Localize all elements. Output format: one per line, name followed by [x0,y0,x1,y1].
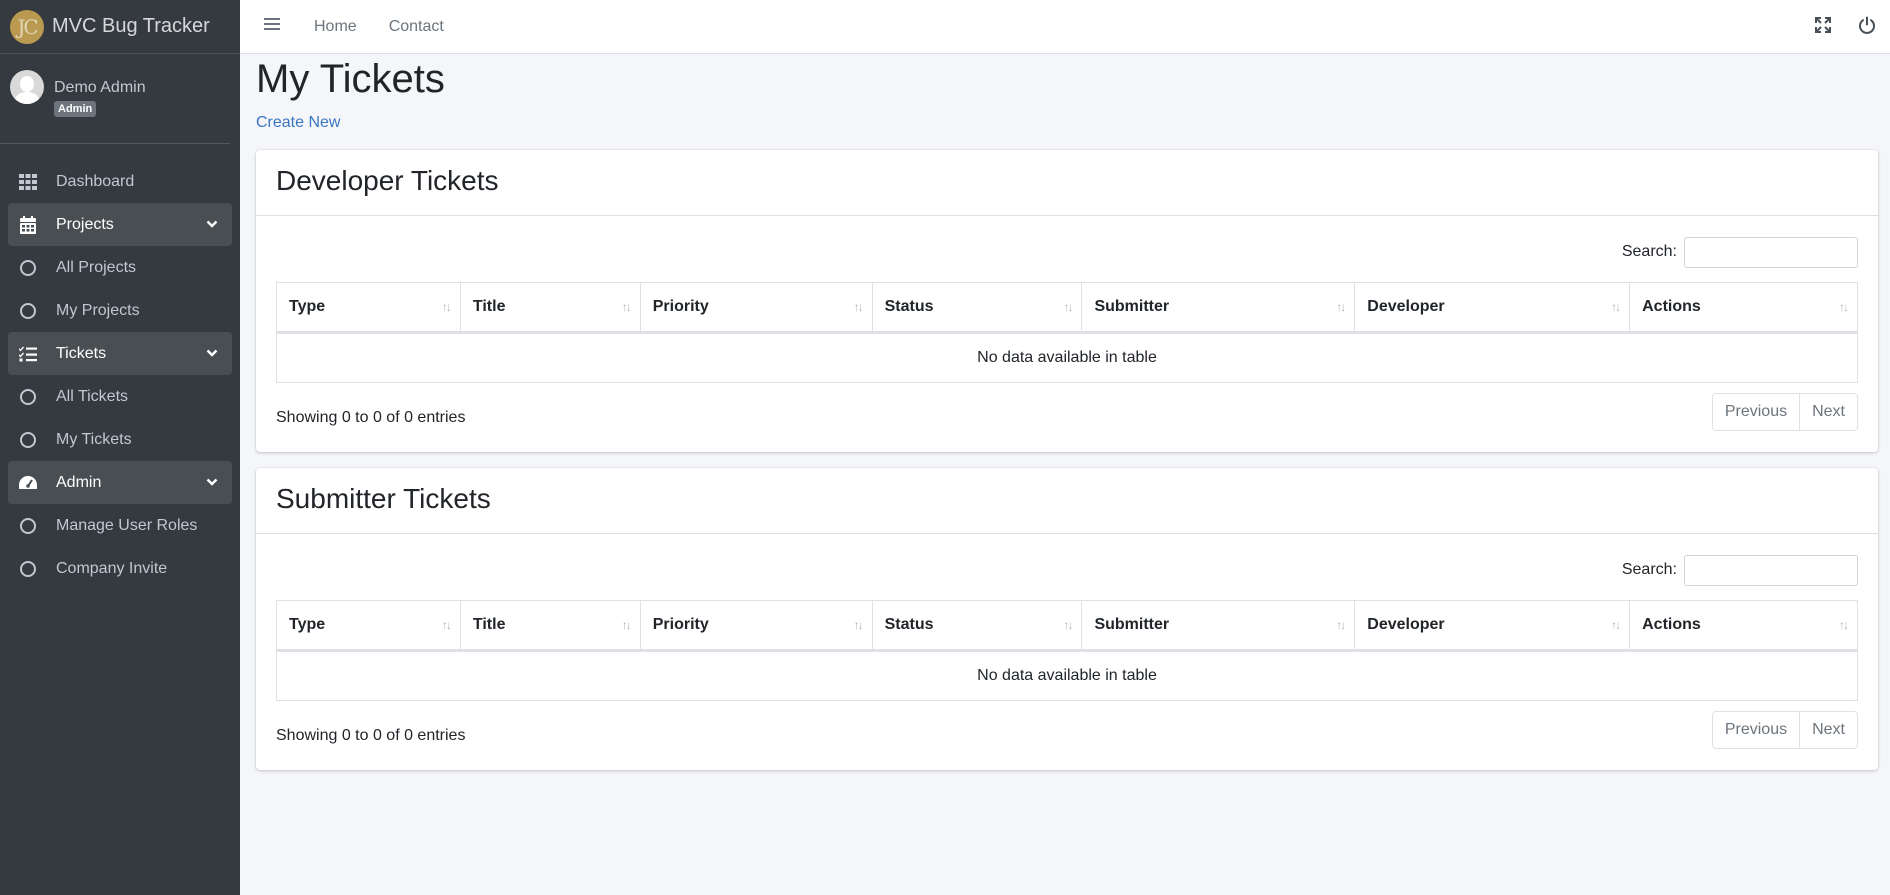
fullscreen-icon[interactable] [1814,16,1832,39]
sidebar-item-label: Manage User Roles [56,516,198,534]
user-panel: Demo Admin Admin [0,54,230,144]
submitter-tickets-table: Type ↑↓ Title ↑↓ Priority ↑↓ Status ↑↓ Submi… [276,600,1858,701]
hamburger-menu-icon[interactable] [264,17,280,36]
column-header-title[interactable]: Title ↑↓ [459,282,641,334]
sort-icon: ↑↓ [1063,300,1073,314]
pagination: Previous Next [1711,711,1858,749]
column-header-priority[interactable]: Priority ↑↓ [639,282,873,334]
search-input[interactable] [1684,236,1858,268]
page-title: My Tickets [256,57,445,101]
next-page-button[interactable]: Next [1800,711,1858,749]
column-header-type[interactable]: Type ↑↓ [276,282,461,334]
sidebar-item-label: Company Invite [56,559,168,577]
circle-icon [18,387,38,407]
sidebar-item-dashboard[interactable]: Dashboard [8,160,232,203]
column-header-status[interactable]: Status ↑↓ [871,600,1083,652]
card-title: Developer Tickets [276,165,499,196]
sidebar-item-my-projects[interactable]: My Projects [8,289,232,332]
sidebar-item-label: Tickets [56,344,107,362]
sidebar-item-label: Projects [56,215,114,233]
sort-icon: ↑↓ [1839,618,1849,632]
sort-icon: ↑↓ [441,300,452,314]
brand-logo: JC [10,9,44,44]
sidebar-item-label: Dashboard [56,172,135,190]
sort-icon: ↑↓ [1063,618,1073,632]
sidebar-item-admin[interactable]: Admin [8,461,232,504]
sort-icon: ↑↓ [621,618,632,632]
column-header-actions[interactable]: Actions ↑↓ [1629,600,1858,652]
card-title: Submitter Tickets [276,483,491,514]
nav-link-contact[interactable]: Contact [389,18,444,36]
sidebar-item-label: My Tickets [56,430,132,448]
brand-name: MVC Bug Tracker [52,15,210,37]
search-label: Search: [1621,561,1677,578]
sidebar-item-tickets[interactable]: Tickets [8,332,232,375]
sidebar-item-projects[interactable]: Projects [8,203,232,246]
sidebar-item-my-tickets[interactable]: My Tickets [8,418,232,461]
sort-icon: ↑↓ [621,300,632,314]
main-sidebar: JC MVC Bug Tracker Demo Admin Admin Dash… [0,0,240,895]
sort-icon: ↑↓ [1336,618,1346,632]
sort-icon: ↑↓ [1336,300,1346,314]
top-navbar: Home Contact [240,0,1890,54]
user-avatar [10,70,44,104]
submitter-tickets-card: Submitter Tickets Search: Type ↑↓ Title ↑↓… [256,468,1878,770]
sort-icon: ↑↓ [1839,300,1849,314]
tasks-icon [18,344,38,364]
previous-page-button[interactable]: Previous [1711,393,1801,431]
nav-link-home[interactable]: Home [314,18,357,36]
table-info: Showing 0 to 0 of 0 entries [276,727,466,744]
brand-link[interactable]: JC MVC Bug Tracker [0,0,240,54]
sidebar-item-all-tickets[interactable]: All Tickets [8,375,232,418]
column-header-priority[interactable]: Priority ↑↓ [639,600,873,652]
chevron-down-icon [206,346,218,364]
circle-icon [18,516,38,536]
chevron-down-icon [206,217,218,235]
developer-tickets-card: Developer Tickets Search: Type ↑↓ Title ↑↓… [256,150,1878,452]
grid-icon [18,172,38,192]
column-header-developer[interactable]: Developer ↑↓ [1354,600,1631,652]
power-icon[interactable] [1858,16,1876,39]
chevron-down-icon [206,475,218,493]
sort-icon: ↑↓ [853,300,864,314]
sidebar-item-label: All Tickets [56,387,129,405]
circle-icon [18,430,38,450]
empty-table-message: No data available in table [276,332,1858,383]
gauge-icon [18,473,38,493]
sort-icon: ↑↓ [853,618,864,632]
column-header-title[interactable]: Title ↑↓ [459,600,641,652]
main-content: My Tickets Create New Developer Tickets … [240,54,1890,770]
user-name[interactable]: Demo Admin [54,79,146,97]
circle-icon [18,559,38,579]
sidebar-item-label: Admin [56,473,102,491]
user-role-badge: Admin [54,101,97,117]
circle-icon [18,258,38,278]
sidebar-item-company-invite[interactable]: Company Invite [8,547,232,590]
sidebar-nav: Dashboard Projects All Projects My Proje… [0,144,240,590]
table-info: Showing 0 to 0 of 0 entries [276,409,466,426]
search-label: Search: [1621,243,1677,260]
previous-page-button[interactable]: Previous [1711,711,1801,749]
next-page-button[interactable]: Next [1800,393,1858,431]
column-header-submitter[interactable]: Submitter ↑↓ [1081,600,1356,652]
search-input[interactable] [1684,554,1858,586]
sidebar-item-label: All Projects [56,258,137,276]
pagination: Previous Next [1711,393,1858,431]
sort-icon: ↑↓ [441,618,452,632]
calendar-icon [18,215,38,235]
sidebar-item-all-projects[interactable]: All Projects [8,246,232,289]
empty-table-message: No data available in table [276,650,1858,701]
column-header-status[interactable]: Status ↑↓ [871,282,1083,334]
circle-icon [18,301,38,321]
sort-icon: ↑↓ [1611,300,1621,314]
sidebar-item-manage-user-roles[interactable]: Manage User Roles [8,504,232,547]
column-header-type[interactable]: Type ↑↓ [276,600,461,652]
column-header-actions[interactable]: Actions ↑↓ [1629,282,1858,334]
create-new-link[interactable]: Create New [256,114,340,132]
sidebar-item-label: My Projects [56,301,140,319]
developer-tickets-table: Type ↑↓ Title ↑↓ Priority ↑↓ Status ↑↓ Submi… [276,282,1858,383]
column-header-developer[interactable]: Developer ↑↓ [1354,282,1631,334]
sort-icon: ↑↓ [1611,618,1621,632]
column-header-submitter[interactable]: Submitter ↑↓ [1081,282,1356,334]
